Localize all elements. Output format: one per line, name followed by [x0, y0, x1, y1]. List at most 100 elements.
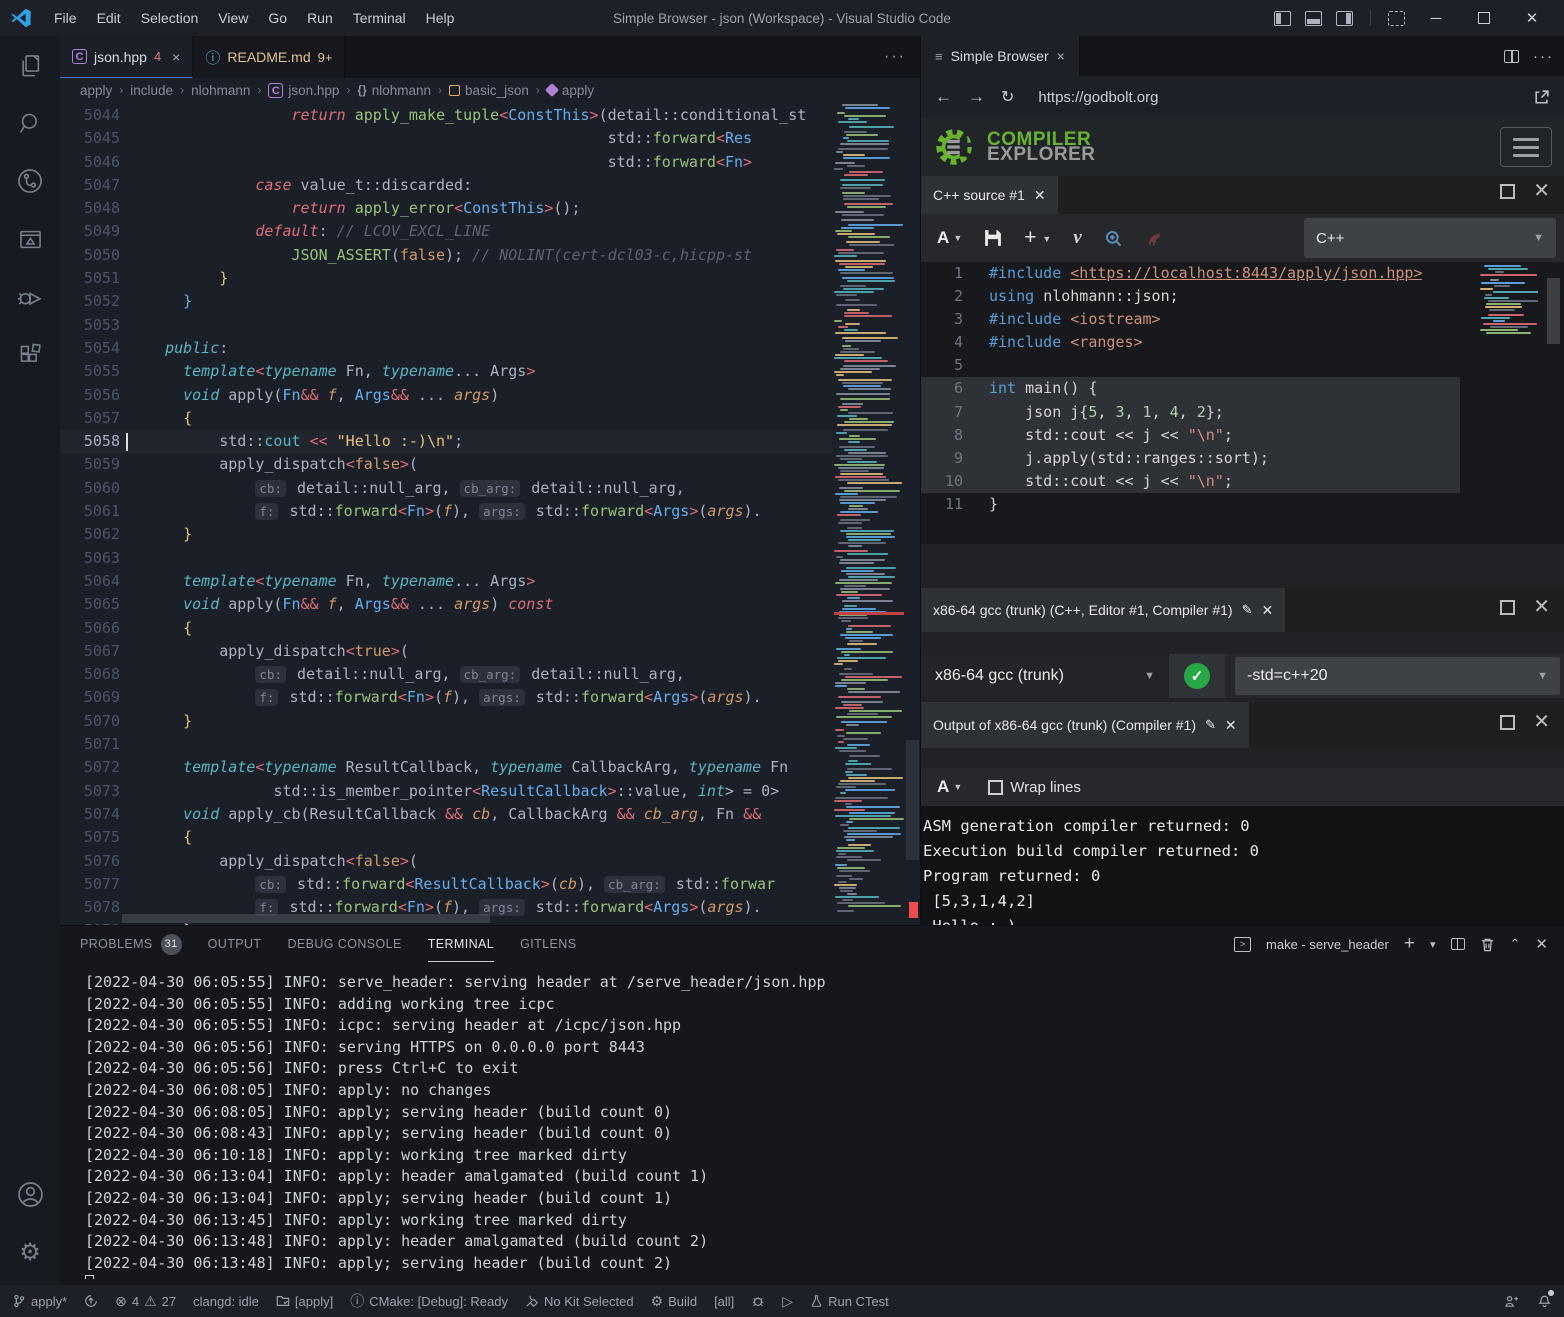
kit-item[interactable]: No Kit Selected	[525, 1294, 634, 1309]
tab-simple-browser[interactable]: ≡ Simple Browser ×	[921, 36, 1080, 76]
minimize-button[interactable]: ─	[1414, 0, 1458, 36]
url-input[interactable]: https://godbolt.org	[1030, 89, 1517, 106]
sync-changes-item[interactable]	[84, 1294, 98, 1308]
panel-tab-terminal[interactable]: TERMINAL	[428, 926, 494, 962]
open-external-icon[interactable]	[1533, 89, 1550, 106]
settings-gear-icon[interactable]: ⚙	[0, 1223, 60, 1281]
close-pane-icon[interactable]: ✕	[1533, 600, 1550, 615]
close-panel-icon[interactable]: ✕	[1535, 935, 1548, 953]
breadcrumb[interactable]: apply›include›nlohmann›Cjson.hpp›{}nlohm…	[60, 78, 920, 102]
scrollbar-slider[interactable]	[906, 740, 919, 860]
back-icon[interactable]: ←	[935, 87, 952, 107]
feedback-icon[interactable]	[1504, 1294, 1519, 1309]
build-target-item[interactable]: [all]	[714, 1294, 734, 1309]
search-icon[interactable]	[0, 94, 60, 152]
minimap[interactable]	[834, 104, 904, 913]
font-size-button[interactable]: A ▼	[937, 228, 962, 248]
overview-ruler[interactable]	[905, 102, 920, 925]
breadcrumb-item[interactable]: basic_json	[449, 83, 529, 98]
split-terminal-icon[interactable]	[1451, 938, 1465, 950]
panel-tab-gitlens[interactable]: GITLENS	[520, 926, 576, 962]
menu-terminal[interactable]: Terminal	[343, 0, 416, 36]
forward-icon[interactable]: →	[968, 87, 985, 107]
source-control-icon[interactable]	[0, 152, 60, 210]
breadcrumb-item[interactable]: Cjson.hpp	[268, 83, 339, 98]
terminal-dropdown-icon[interactable]: ▾	[1430, 938, 1436, 951]
close-icon[interactable]: ✕	[1225, 717, 1237, 734]
menu-edit[interactable]: Edit	[87, 0, 131, 36]
panel-tab-problems[interactable]: PROBLEMS31	[80, 926, 182, 962]
close-tab-icon[interactable]: ×	[172, 49, 180, 65]
language-dropdown[interactable]: C++ ▼	[1304, 218, 1556, 258]
launch-item[interactable]: ▷	[782, 1293, 793, 1310]
maximize-pane-icon[interactable]	[1500, 184, 1515, 199]
git-branch-item[interactable]: apply*	[12, 1294, 67, 1309]
breadcrumb-item[interactable]: nlohmann	[191, 83, 250, 98]
close-icon[interactable]: ✕	[1034, 187, 1046, 204]
godbolt-source-editor[interactable]: 1#include <https://localhost:8443/apply/…	[921, 262, 1564, 544]
menu-selection[interactable]: Selection	[131, 0, 209, 36]
breadcrumb-item[interactable]: include	[130, 83, 173, 98]
code-editor[interactable]: 5044 return apply_make_tuple<ConstThis>(…	[60, 102, 920, 925]
clangd-status-item[interactable]: clangd: idle	[193, 1294, 259, 1309]
extensions-icon[interactable]	[0, 326, 60, 384]
test-explorer-icon[interactable]	[0, 210, 60, 268]
output-tab[interactable]: Output of x86-64 gcc (trunk) (Compiler #…	[921, 702, 1249, 748]
breadcrumb-item[interactable]: apply	[80, 83, 112, 98]
godbolt-scrollbar[interactable]	[1547, 278, 1560, 344]
explorer-icon[interactable]	[0, 36, 60, 94]
zoom-search-icon[interactable]	[1104, 229, 1123, 248]
reload-icon[interactable]: ↻	[1001, 87, 1014, 107]
wrap-lines-checkbox[interactable]: Wrap lines	[988, 779, 1081, 796]
compiler-tab[interactable]: x86-64 gcc (trunk) (C++, Editor #1, Comp…	[921, 588, 1285, 632]
new-terminal-icon[interactable]: +	[1404, 933, 1415, 955]
cmake-status-item[interactable]: ⓘ CMake: [Debug]: Ready	[350, 1291, 508, 1311]
compiler-output[interactable]: ASM generation compiler returned: 0Execu…	[921, 806, 1564, 925]
kill-terminal-icon[interactable]	[1480, 937, 1495, 952]
add-pane-button[interactable]: + ▼	[1024, 226, 1051, 250]
tab-readme-md[interactable]: ⓘ README.md 9+	[193, 36, 345, 78]
debug-item[interactable]	[751, 1294, 765, 1308]
maximize-pane-icon[interactable]	[1500, 600, 1515, 615]
notifications-bell[interactable]	[1537, 1292, 1552, 1310]
run-debug-icon[interactable]	[0, 268, 60, 326]
terminal-output[interactable]: [2022-04-30 06:05:55] INFO: serve_header…	[85, 972, 1554, 1279]
edit-pencil-icon[interactable]: ✎	[1242, 602, 1253, 618]
menu-help[interactable]: Help	[416, 0, 465, 36]
split-editor-icon[interactable]	[1504, 50, 1519, 63]
editor-more-actions-icon[interactable]: ···	[884, 36, 906, 78]
close-tab-icon[interactable]: ×	[1057, 48, 1065, 64]
problems-item[interactable]: ⊗ 4 ⚠ 27	[115, 1293, 176, 1310]
close-icon[interactable]: ✕	[1261, 602, 1273, 619]
menu-go[interactable]: Go	[258, 0, 297, 36]
menu-view[interactable]: View	[208, 0, 258, 36]
vim-mode-icon[interactable]: v	[1073, 227, 1081, 249]
toggle-secondary-sidebar-icon[interactable]	[1336, 11, 1353, 26]
menu-file[interactable]: File	[44, 0, 87, 36]
panel-tab-debug-console[interactable]: DEBUG CONSOLE	[287, 926, 401, 962]
maximize-pane-icon[interactable]	[1500, 715, 1515, 730]
source-tab[interactable]: C++ source #1 ✕	[921, 176, 1058, 214]
breadcrumb-item[interactable]: apply	[547, 83, 594, 98]
maximize-panel-icon[interactable]: ⌃	[1510, 936, 1521, 952]
maximize-button[interactable]	[1462, 0, 1506, 36]
toggle-panel-icon[interactable]	[1305, 11, 1322, 26]
build-item[interactable]: ⚙ Build	[651, 1293, 697, 1310]
breadcrumb-item[interactable]: {}nlohmann	[357, 83, 431, 98]
cmake-project-item[interactable]: [apply]	[276, 1294, 333, 1309]
ctest-item[interactable]: Run CTest	[810, 1294, 889, 1309]
save-icon[interactable]	[984, 229, 1002, 247]
close-window-button[interactable]: ✕	[1510, 0, 1554, 36]
font-size-button[interactable]: A ▼	[937, 777, 962, 797]
tab-json-hpp[interactable]: C json.hpp 4 ×	[60, 36, 193, 78]
accounts-icon[interactable]	[0, 1165, 60, 1223]
horizontal-scrollbar[interactable]	[122, 914, 490, 923]
terminal-title[interactable]: make - serve_header	[1266, 937, 1389, 952]
more-actions-icon[interactable]: ···	[1533, 48, 1554, 65]
toggle-sidebar-icon[interactable]	[1274, 11, 1291, 26]
mascot-icon[interactable]	[1145, 229, 1164, 248]
menu-run[interactable]: Run	[297, 0, 343, 36]
close-pane-icon[interactable]: ✕	[1533, 715, 1550, 730]
customize-layout-icon[interactable]	[1388, 11, 1405, 26]
compiler-options-input[interactable]: -std=c++20 ▼	[1235, 657, 1560, 695]
